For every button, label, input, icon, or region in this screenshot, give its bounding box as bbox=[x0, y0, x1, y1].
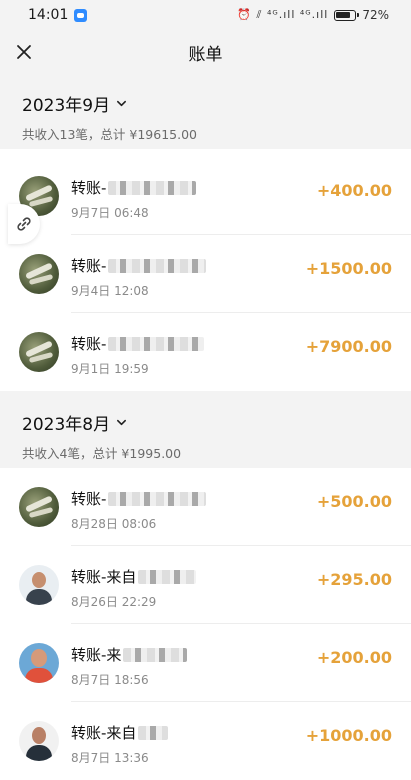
transaction-amount: +295.00 bbox=[316, 570, 392, 589]
status-time: 14:01 bbox=[28, 7, 69, 23]
redacted-name bbox=[138, 569, 197, 584]
status-left: 14:01 bbox=[28, 7, 88, 23]
avatar bbox=[19, 721, 59, 761]
avatar bbox=[19, 565, 59, 605]
title-bar: 账单 bbox=[0, 30, 411, 74]
month-summary: 共收入13笔，总计 ¥19615.00 bbox=[22, 127, 197, 142]
battery-icon bbox=[334, 9, 360, 21]
transaction-name: 转账- bbox=[71, 177, 197, 198]
month-title: 2023年9月 bbox=[22, 96, 111, 116]
transaction-row[interactable]: 转账- 9月7日 06:48 +400.00 bbox=[0, 157, 411, 235]
redacted-name bbox=[108, 491, 207, 506]
redacted-name bbox=[138, 725, 169, 740]
transaction-time: 8月26日 22:29 bbox=[71, 595, 157, 609]
avatar-head bbox=[32, 572, 46, 588]
transaction-time: 9月1日 19:59 bbox=[71, 362, 149, 376]
status-bar: 14:01 ⏰ ⫽ ⁴ᴳ.ıll ⁴ᴳ.ıll 72% bbox=[0, 0, 411, 30]
redacted-name bbox=[108, 258, 207, 273]
chevron-down-icon bbox=[117, 419, 127, 426]
avatar-body bbox=[25, 668, 53, 683]
list-top-strip bbox=[0, 149, 411, 157]
transaction-name: 转账-来自 bbox=[71, 722, 169, 743]
month-summary: 共收入4笔，总计 ¥1995.00 bbox=[22, 446, 182, 461]
avatar-body bbox=[26, 589, 52, 605]
transaction-amount: +500.00 bbox=[316, 492, 392, 511]
transaction-row[interactable]: 转账- 8月28日 08:06 +500.00 bbox=[0, 468, 411, 546]
month-header-september[interactable]: 2023年9月 共收入13笔，总计 ¥19615.00 bbox=[0, 74, 411, 149]
transaction-name: 转账- bbox=[71, 333, 205, 354]
transaction-time: 9月7日 06:48 bbox=[71, 206, 149, 220]
transaction-time: 9月4日 12:08 bbox=[71, 284, 149, 298]
app-notification-icon bbox=[74, 8, 88, 22]
transaction-amount: +200.00 bbox=[316, 648, 392, 667]
signal-icons: ⏰ ⫽ ⁴ᴳ.ıll ⁴ᴳ.ıll bbox=[237, 8, 329, 21]
month-picker[interactable]: 2023年9月 bbox=[22, 91, 411, 116]
chevron-down-icon bbox=[117, 100, 127, 107]
transaction-name: 转账-来自 bbox=[71, 566, 197, 587]
avatar bbox=[19, 487, 59, 527]
transaction-row[interactable]: 转账- 9月1日 19:59 +7900.00 bbox=[0, 313, 411, 391]
avatar bbox=[19, 254, 59, 294]
transaction-amount: +1000.00 bbox=[305, 726, 392, 745]
transaction-time: 8月7日 13:36 bbox=[71, 751, 149, 765]
page-title: 账单 bbox=[188, 44, 223, 65]
avatar-body bbox=[26, 745, 52, 761]
month-header-august[interactable]: 2023年8月 共收入4笔，总计 ¥1995.00 bbox=[0, 391, 411, 468]
status-right: ⏰ ⫽ ⁴ᴳ.ıll ⁴ᴳ.ıll 72% bbox=[237, 8, 389, 22]
avatar-head bbox=[31, 649, 47, 667]
transaction-row[interactable]: 转账- 9月4日 12:08 +1500.00 bbox=[0, 235, 411, 313]
redacted-name bbox=[108, 180, 197, 195]
month-picker[interactable]: 2023年8月 bbox=[22, 410, 411, 435]
transaction-amount: +1500.00 bbox=[305, 259, 392, 278]
avatar bbox=[19, 643, 59, 683]
transaction-time: 8月28日 08:06 bbox=[71, 517, 157, 531]
battery-percent: 72% bbox=[362, 8, 389, 22]
transaction-amount: +7900.00 bbox=[305, 337, 392, 356]
close-button[interactable] bbox=[8, 36, 40, 68]
transaction-name: 转账-来 bbox=[71, 644, 188, 665]
close-icon bbox=[17, 45, 31, 59]
transaction-row[interactable]: 转账-来自 8月26日 22:29 +295.00 bbox=[0, 546, 411, 624]
transaction-name: 转账- bbox=[71, 488, 207, 509]
link-icon bbox=[17, 217, 31, 231]
month-title: 2023年8月 bbox=[22, 415, 111, 435]
transaction-amount: +400.00 bbox=[316, 181, 392, 200]
transaction-time: 8月7日 18:56 bbox=[71, 673, 149, 687]
transaction-name: 转账- bbox=[71, 255, 207, 276]
redacted-name bbox=[108, 336, 205, 351]
transaction-row[interactable]: 转账-来 8月7日 18:56 +200.00 bbox=[0, 624, 411, 702]
avatar-head bbox=[32, 727, 46, 744]
avatar bbox=[19, 332, 59, 372]
redacted-name bbox=[123, 647, 188, 662]
transaction-row[interactable]: 转账-来自 8月7日 13:36 +1000.00 bbox=[0, 702, 411, 780]
